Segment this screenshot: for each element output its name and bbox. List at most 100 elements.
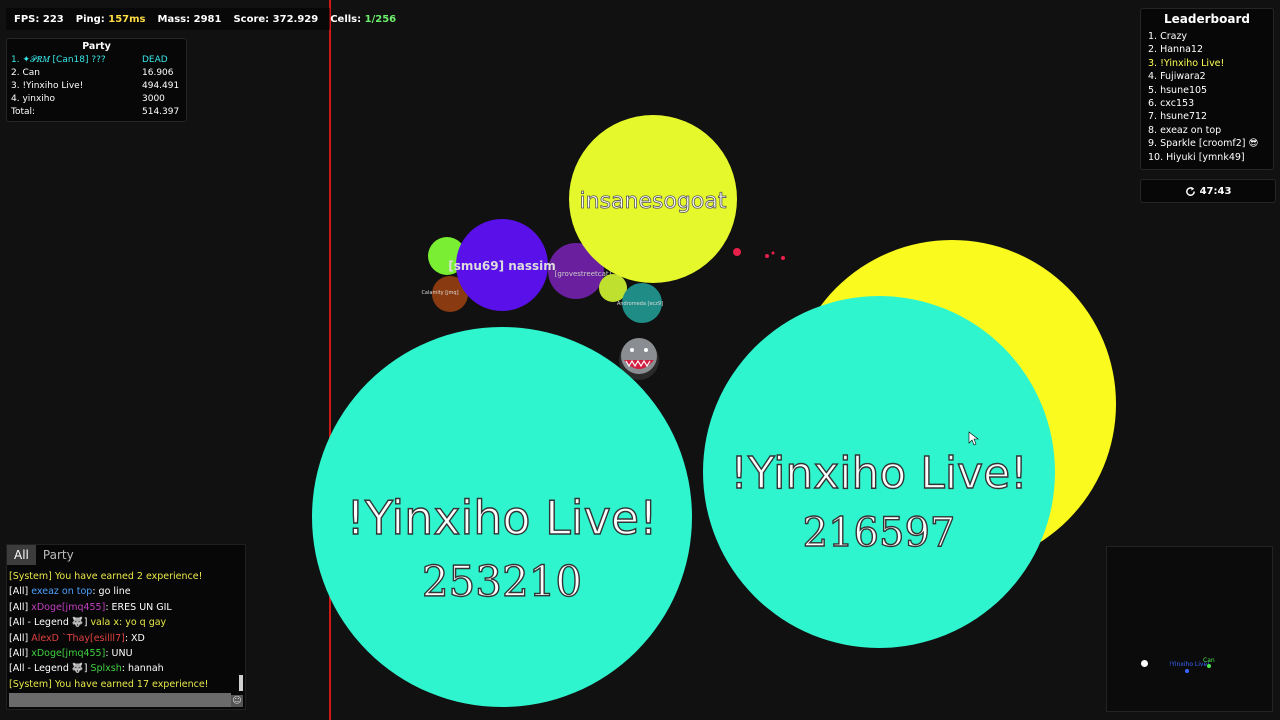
chat-message-author[interactable]: Splxsh [90,663,121,674]
chat-message: [All] exeaz on top: go line [9,584,237,599]
chat-message-author[interactable]: exeaz on top [31,586,92,597]
chat-message-prefix: [All] [9,586,32,598]
party-member-row: 2. Can 16.906 [11,67,182,80]
cell-name-nassim: [smu69] nassim [448,259,556,273]
chat-message-prefix: [All - Legend 🐺] [9,617,91,629]
chat-message-text: : XD [124,632,145,644]
cell-name-andromeda: Andromeda [ecz9] [617,301,663,307]
chat-panel: All Party [System] You have earned 2 exp… [6,544,246,710]
party-member-name: 2. Can [11,68,40,78]
cells-label: Cells: [330,13,362,25]
own-cell-left-name: !Yinxiho Live! [346,491,657,545]
fps-label: FPS: [14,13,40,25]
timer-value: 47:43 [1199,185,1232,197]
chat-input[interactable] [9,693,231,707]
leaderboard-entry: 4. Fujiwara2 [1148,71,1206,83]
stats-bar: FPS: 223 Ping: 157ms Mass: 2981 Score: 3… [6,8,396,30]
party-member-row: 1. ✦𝒫𝑅𝑀 [Can18] ??? DEAD [11,54,182,67]
fps-stat: FPS: 223 [14,14,64,25]
party-member-score: 494.491 [142,81,180,91]
chat-message: [System] You have earned 2 experience! [9,569,237,584]
fps-value: 223 [42,13,64,25]
food-pellet [781,256,785,260]
score-label: Score: [233,13,270,25]
party-title: Party [82,41,111,52]
own-cell-left-mass: 253210 [422,557,582,606]
chat-message-text: : go line [92,586,131,598]
leaderboard-entry: 5. hsune105 [1148,84,1208,96]
chat-message-text: : yo q gay [118,617,167,629]
party-total-label: Total: [11,107,36,117]
tab-party[interactable]: Party [36,545,81,565]
chat-message: [All - Legend 🐺] Splxsh: hannah [9,661,237,676]
ping-stat: Ping: 157ms [76,14,146,25]
chat-message-author[interactable]: AlexD `Thay[esilll7] [31,633,125,644]
minimap: !Yinxiho Live! Can [1106,546,1273,712]
leaderboard-entry: 8. exeaz on top [1148,124,1222,136]
cells-stat: Cells: 1/256 [330,14,396,25]
round-timer: 47:43 [1140,179,1276,203]
score-value: 372.929 [272,13,319,25]
emoji-icon[interactable]: ☺ [231,695,243,707]
food-pellet [733,248,741,256]
cell-name-grovestreetcat: [grovestreetcat] [555,270,612,278]
chat-scrollbar[interactable] [239,675,243,691]
minimap-dot-green [1207,664,1211,668]
chat-message-author[interactable]: xDoge[jmq455] [31,648,105,659]
food-pellet [771,251,775,255]
leaderboard-entry: 10. Hiyuki [ymnk49] [1148,151,1245,163]
chat-message: [All - Legend 🐺] vala x: yo q gay [9,615,237,630]
party-member-name: 3. !Yinxiho Live! [11,81,84,91]
leaderboard-entry: 7. hsune712 [1148,111,1208,123]
party-member-name: 4. yinxiho [11,94,56,104]
minimap-dot-blue [1185,669,1189,673]
leaderboard-panel: Leaderboard 1. Crazy 2. Hanna12 3. !Yinx… [1140,8,1274,170]
party-member-row: 4. yinxiho 3000 [11,93,182,106]
minimap-label-can: Can [1203,657,1215,664]
chat-message-prefix: [All] [9,648,32,660]
mass-value: 2981 [193,13,222,25]
party-member-name: 1. ✦𝒫𝑅𝑀 [Can18] ??? [11,55,106,65]
chat-messages: [System] You have earned 2 experience! [… [9,569,237,692]
own-cell-right-mass: 216597 [803,510,956,556]
chat-message-prefix: [System] You have earned 2 experience! [9,571,203,582]
party-member-score: 16.906 [142,68,174,78]
chat-message-prefix: [System] You have earned 17 experience! [9,678,209,690]
leaderboard-title: Leaderboard [1164,12,1250,26]
party-total-row: Total: 514.397 [11,106,182,119]
leaderboard-entry: 3. !Yinxiho Live! [1148,57,1225,69]
score-stat: Score: 372.929 [233,14,318,25]
party-member-score: DEAD [142,55,168,65]
tab-all[interactable]: All [7,545,36,565]
chat-message-prefix: [All - Legend 🐺] [9,663,91,675]
chat-message-author[interactable]: vala x [90,617,119,628]
party-panel: Party 1. ✦𝒫𝑅𝑀 [Can18] ??? DEAD 2. Can 16… [6,38,187,122]
leaderboard-entry: 2. Hanna12 [1148,44,1204,56]
cells-value: 1/256 [364,13,397,25]
ping-label: Ping: [75,13,105,25]
party-total-value: 514.397 [142,107,180,117]
chat-message: [All] xDoge[jmq455]: UNU [9,646,237,661]
chat-message-text: : UNU [105,648,133,660]
leaderboard-entry: 6. cxc153 [1148,97,1195,109]
chat-message-text: : ERES UN GIL [105,601,172,613]
chat-message-text: : hannah [121,663,164,675]
ping-value: 157ms [108,13,146,25]
chat-tabs: All Party [7,545,245,565]
cell-name-insanesogoat: insanesogoat [580,189,727,214]
mass-stat: Mass: 2981 [158,14,222,25]
own-cell-right-name: !Yinxiho Live! [730,448,1028,499]
food-pellet [765,254,769,258]
party-member-score: 3000 [142,94,165,104]
party-member-row: 3. !Yinxiho Live! 494.491 [11,80,182,93]
cell-name-calamity: Calamity [jmq] [421,290,458,296]
leaderboard-entry: 9. Sparkle [croomf2] 😎 [1148,138,1259,150]
chat-message: [All] xDoge[jmq455]: ERES UN GIL [9,600,237,615]
chat-message: [All] AlexD `Thay[esilll7]: XD [9,631,237,646]
minimap-player-marker [1141,660,1148,667]
chat-message-author[interactable]: xDoge[jmq455] [31,602,105,613]
chat-message-prefix: [All] [9,632,32,644]
chat-message-prefix: [All] [9,601,32,613]
refresh-icon [1185,186,1195,196]
mass-label: Mass: [157,13,191,25]
